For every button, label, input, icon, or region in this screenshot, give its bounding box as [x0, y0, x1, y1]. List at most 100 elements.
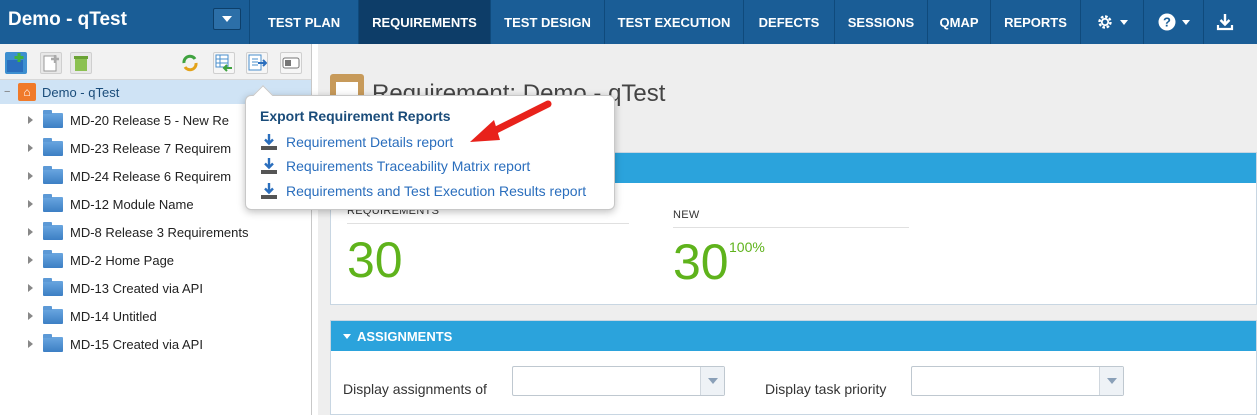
- toggle-icon: [282, 57, 300, 69]
- tab-requirements[interactable]: REQUIREMENTS: [358, 0, 490, 44]
- settings-menu-button[interactable]: [1080, 0, 1143, 44]
- divider: [347, 223, 629, 224]
- expand-arrow-icon[interactable]: [28, 144, 33, 152]
- tree-item-label: MD-14 Untitled: [70, 308, 157, 324]
- tab-test-design[interactable]: TEST DESIGN: [490, 0, 604, 44]
- tree-item-label: MD-23 Release 7 Requirem: [70, 140, 232, 156]
- chevron-down-icon: [707, 378, 718, 384]
- new-count-label: NEW: [673, 209, 700, 221]
- display-priority-label: Display task priority: [765, 381, 887, 397]
- download-icon: [261, 183, 277, 199]
- export-icon: [248, 54, 268, 71]
- display-assignments-label: Display assignments of: [343, 381, 487, 397]
- folder-icon: [43, 305, 63, 324]
- annotation-arrow-icon: [470, 100, 552, 142]
- toggle-view-icon[interactable]: [280, 52, 302, 74]
- tree-item[interactable]: MD-15 Created via API: [0, 330, 311, 358]
- assignments-panel-header[interactable]: ASSIGNMENTS: [331, 321, 1256, 351]
- chevron-down-icon: [1120, 19, 1128, 25]
- download-button[interactable]: [1203, 0, 1245, 44]
- tab-defects[interactable]: DEFECTS: [743, 0, 834, 44]
- home-icon: ⌂: [18, 83, 36, 101]
- folder-icon: [43, 109, 63, 128]
- test-execution-results-report-link[interactable]: Requirements and Test Execution Results …: [260, 181, 586, 201]
- tree-item[interactable]: MD-13 Created via API: [0, 274, 311, 302]
- help-icon: ?: [1158, 13, 1175, 31]
- help-menu-button[interactable]: ?: [1143, 0, 1203, 44]
- folder-icon: [43, 249, 63, 268]
- recycle-bin-icon[interactable]: [70, 52, 92, 74]
- requirements-count-value: 30: [347, 232, 403, 288]
- assignments-header-label: ASSIGNMENTS: [357, 328, 453, 344]
- collapse-icon[interactable]: −: [4, 86, 14, 98]
- plus-icon: [7, 53, 24, 72]
- folder-icon: [43, 193, 63, 212]
- chevron-down-icon: [1181, 19, 1190, 25]
- refresh-icon[interactable]: [179, 52, 201, 74]
- new-document-icon: [43, 55, 59, 72]
- tree-item-label: MD-15 Created via API: [70, 336, 203, 352]
- download-icon: [1216, 14, 1233, 31]
- expand-arrow-icon[interactable]: [28, 172, 33, 180]
- tab-reports[interactable]: REPORTS: [990, 0, 1080, 44]
- project-dropdown-button[interactable]: [213, 8, 241, 30]
- export-reports-icon[interactable]: [246, 52, 268, 74]
- expand-arrow-icon[interactable]: [28, 284, 33, 292]
- tab-sessions[interactable]: SESSIONS: [834, 0, 927, 44]
- assignments-panel: ASSIGNMENTS Display assignments of Displ…: [330, 320, 1257, 415]
- add-module-icon[interactable]: [5, 52, 27, 74]
- expand-arrow-icon[interactable]: [28, 256, 33, 264]
- folder-icon: [43, 165, 63, 184]
- tree-item-label: MD-24 Release 6 Requirem: [70, 168, 232, 184]
- trash-icon: [74, 56, 88, 71]
- tree-item[interactable]: MD-2 Home Page: [0, 246, 311, 274]
- report-link-label: Requirement Details report: [286, 134, 454, 150]
- folder-icon: [43, 277, 63, 296]
- expand-arrow-icon[interactable]: [28, 228, 33, 236]
- tab-test-plan[interactable]: TEST PLAN: [249, 0, 358, 44]
- tree-item-label: MD-2 Home Page: [70, 252, 175, 268]
- tree-item-label: MD-20 Release 5 - New Re: [70, 112, 229, 128]
- folder-icon: [43, 221, 63, 240]
- select-arrow-button[interactable]: [700, 367, 724, 395]
- tree-item-label: MD-8 Release 3 Requirements: [70, 224, 249, 240]
- chevron-down-icon: [1106, 378, 1117, 384]
- display-priority-select[interactable]: [911, 366, 1124, 396]
- display-assignments-select[interactable]: [512, 366, 725, 396]
- gear-icon: [1098, 15, 1112, 29]
- expand-arrow-icon[interactable]: [28, 200, 33, 208]
- tree-item[interactable]: MD-8 Release 3 Requirements: [0, 218, 311, 246]
- chevron-down-icon: [222, 16, 232, 22]
- requirement-details-report-link[interactable]: Requirement Details report: [260, 132, 453, 152]
- divider: [673, 227, 909, 228]
- refresh-icon-glyph: [182, 54, 198, 72]
- expand-arrow-icon[interactable]: [28, 340, 33, 348]
- report-link-label: Requirements Traceability Matrix report: [286, 158, 531, 174]
- new-count-value: 30: [673, 234, 729, 290]
- tab-qmap[interactable]: QMAP: [927, 0, 990, 44]
- tab-test-execution[interactable]: TEST EXECUTION: [604, 0, 743, 44]
- project-title: Demo - qTest: [8, 9, 127, 30]
- folder-icon: [43, 137, 63, 156]
- traceability-matrix-report-link[interactable]: Requirements Traceability Matrix report: [260, 156, 530, 176]
- expand-arrow-icon[interactable]: [28, 116, 33, 124]
- popup-title: Export Requirement Reports: [260, 108, 451, 124]
- grid-import-icon: [215, 54, 232, 72]
- select-arrow-button[interactable]: [1099, 367, 1123, 395]
- tree-toolbar: [0, 44, 311, 80]
- report-link-label: Requirements and Test Execution Results …: [286, 183, 587, 199]
- collapse-triangle-icon[interactable]: [343, 333, 351, 339]
- tree-item-label: MD-13 Created via API: [70, 280, 203, 296]
- tree-root-label: Demo - qTest: [42, 84, 120, 100]
- tree-item[interactable]: MD-14 Untitled: [0, 302, 311, 330]
- folder-icon: [43, 333, 63, 352]
- tree-item-label: MD-12 Module Name: [70, 196, 194, 212]
- download-icon: [261, 158, 277, 174]
- add-requirement-icon[interactable]: [40, 52, 62, 74]
- expand-arrow-icon[interactable]: [28, 312, 33, 320]
- svg-text:?: ?: [1163, 15, 1171, 30]
- top-nav-bar: Demo - qTest TEST PLAN REQUIREMENTS TEST…: [0, 0, 1257, 44]
- export-reports-popup: Export Requirement Reports Requirement D…: [245, 85, 615, 210]
- new-percent: 100%: [729, 239, 765, 255]
- import-icon[interactable]: [213, 52, 235, 74]
